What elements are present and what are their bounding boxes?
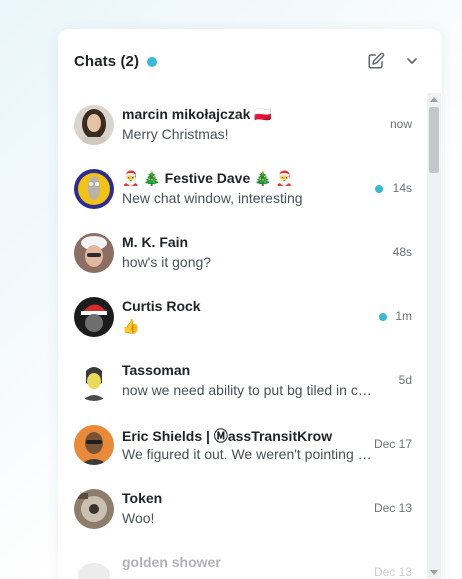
chat-time: 14s <box>392 181 412 195</box>
avatar <box>74 425 114 465</box>
scroll-down-arrow-icon[interactable] <box>430 570 438 575</box>
chat-panel-header[interactable]: Chats (2) <box>58 29 442 93</box>
chat-time: Dec 13 <box>373 501 412 515</box>
chat-row[interactable]: Eric Shields | ⓂassTransitKrow We figure… <box>58 413 428 477</box>
chat-preview: Merry Christmas! <box>122 126 229 142</box>
avatar <box>74 105 114 145</box>
chat-row[interactable]: Token Woo! Dec 13 <box>58 477 428 541</box>
chat-preview: New chat window, interesting <box>122 190 303 206</box>
chat-time: 1m <box>395 309 412 323</box>
chat-time: 48s <box>392 245 412 259</box>
chat-name: Token <box>122 490 163 506</box>
chat-name: Eric Shields | ⓂassTransitKrow <box>122 428 333 444</box>
compose-button[interactable] <box>364 49 388 73</box>
chat-name: golden shower <box>122 554 221 570</box>
chats-title: Chats (2) <box>74 52 140 70</box>
chat-name: marcin mikołajczak 🇵🇱 <box>122 106 272 122</box>
status-dot <box>147 56 158 67</box>
chat-time: Dec 17 <box>373 437 412 451</box>
chat-preview: Woo! <box>122 510 155 526</box>
chat-list[interactable]: marcin mikołajczak 🇵🇱 Merry Christmas! n… <box>58 93 442 579</box>
chat-name: Curtis Rock <box>122 298 201 314</box>
compose-icon <box>368 52 385 69</box>
chat-time: now <box>389 117 412 131</box>
avatar <box>74 489 114 529</box>
chat-preview: how's it gong? <box>122 254 212 270</box>
chat-row[interactable]: Tassoman now we need ability to put bg t… <box>58 349 428 413</box>
chat-panel: Chats (2) marcin mikołajczak 🇵🇱 Merry Ch… <box>58 29 442 579</box>
chat-preview: We figured it out. We weren't pointing t… <box>122 446 372 462</box>
unread-dot <box>375 185 383 193</box>
scrollbar-thumb[interactable] <box>429 107 439 173</box>
chat-time: 5d <box>398 373 412 387</box>
chat-row[interactable]: M. K. Fain how's it gong? 48s <box>58 221 428 285</box>
chat-preview: 👍 <box>122 318 140 334</box>
avatar <box>74 233 114 273</box>
avatar <box>74 297 114 337</box>
avatar <box>74 361 114 401</box>
chat-row[interactable]: golden shower Dec 13 <box>58 541 428 579</box>
chevron-down-icon <box>407 58 417 64</box>
scroll-up-arrow-icon[interactable] <box>430 97 438 102</box>
chat-row[interactable]: marcin mikołajczak 🇵🇱 Merry Christmas! n… <box>58 93 428 157</box>
chat-name: Tassoman <box>122 362 191 378</box>
chat-row[interactable]: 🎅 🎄 Festive Dave 🎄 🎅 New chat window, in… <box>58 157 428 221</box>
chat-list-scrollbar[interactable] <box>427 93 441 579</box>
chat-name: 🎅 🎄 Festive Dave 🎄 🎅 <box>122 170 293 186</box>
collapse-button[interactable] <box>400 49 424 73</box>
unread-dot <box>379 313 387 321</box>
avatar <box>74 169 114 209</box>
chat-row[interactable]: Curtis Rock 👍 1m <box>58 285 428 349</box>
chat-name: M. K. Fain <box>122 234 189 250</box>
chat-time: Dec 13 <box>373 565 412 579</box>
chat-preview: now we need ability to put bg tiled in c… <box>122 382 372 398</box>
avatar <box>74 553 114 579</box>
